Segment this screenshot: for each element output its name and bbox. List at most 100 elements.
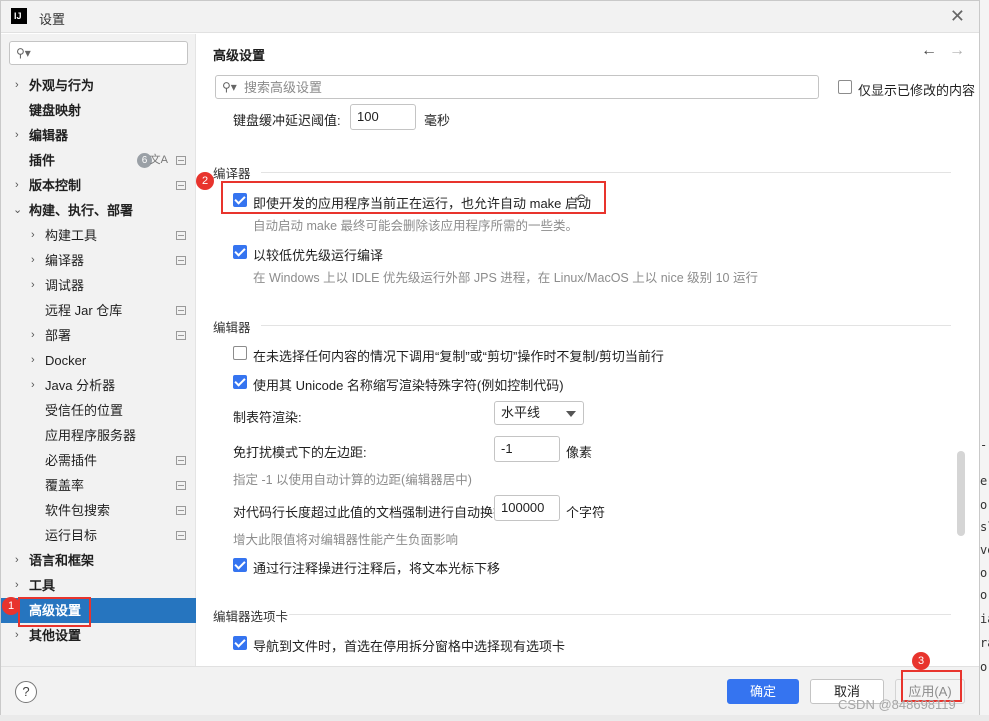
line-length-unit: 个字符 (566, 505, 606, 520)
sidebar-item-build-tools[interactable]: › 构建工具 (1, 223, 196, 248)
sidebar-item-app-servers[interactable]: 应用程序服务器 (1, 423, 196, 448)
page-title: 高级设置 (213, 48, 266, 63)
only-modified-checkbox[interactable] (838, 80, 852, 94)
sidebar-item-appearance[interactable]: › 外观与行为 (1, 73, 196, 98)
comment-move-checkbox[interactable] (233, 558, 247, 572)
distraction-margin-unit: 像素 (566, 445, 593, 460)
compiler-section-heading: 编译器 (213, 167, 251, 181)
sidebar-item-build-execution-deployment[interactable]: ⌄ 构建、执行、部署 (1, 198, 196, 223)
annotation-marker-1: 1 (2, 597, 20, 615)
csdn-watermark: CSDN @848698119 (838, 697, 956, 712)
sidebar-item-package-search[interactable]: 软件包搜索 (1, 498, 196, 523)
advanced-search-box: ⚲▾ (215, 75, 819, 99)
sidebar-item-languages-frameworks[interactable]: › 语言和框架 (1, 548, 196, 573)
tab-render-dropdown[interactable]: 水平线 (494, 401, 584, 425)
background-editor-fragment: - e or sl ve or or ia ra or (980, 0, 989, 721)
sidebar-item-docker[interactable]: › Docker (1, 348, 196, 373)
close-icon[interactable]: ✕ (950, 6, 965, 27)
search-icon: ⚲▾ (222, 80, 237, 94)
project-scope-icon (176, 531, 186, 540)
project-scope-icon (176, 331, 186, 340)
chevron-right-icon: › (31, 379, 35, 391)
intellij-logo-icon: IJ (11, 8, 27, 24)
no-copy-cut-checkbox[interactable] (233, 346, 247, 360)
distraction-margin-field[interactable]: -1 (494, 436, 560, 462)
no-copy-cut-label: 在未选择任何内容的情况下调用“复制”或“剪切”操作时不复制/剪切当前行 (253, 349, 664, 364)
chevron-right-icon: › (31, 354, 35, 366)
project-scope-icon (176, 156, 186, 165)
project-scope-icon (176, 456, 186, 465)
unicode-names-label: 使用其 Unicode 名称缩写渲染特殊字符(例如控制代码) (253, 378, 564, 393)
project-scope-icon (176, 481, 186, 490)
annotation-marker-2: 2 (196, 172, 214, 190)
chevron-right-icon: › (31, 229, 35, 241)
annotation-marker-3: 3 (912, 652, 930, 670)
vertical-scrollbar[interactable] (957, 451, 965, 536)
only-modified-label: 仅显示已修改的内容 (858, 83, 976, 98)
section-divider (261, 325, 951, 326)
sidebar-search-input[interactable]: ⚲▾ (9, 41, 188, 65)
sidebar-item-plugins[interactable]: 插件 6 文A (1, 148, 196, 173)
advanced-settings-panel: 高级设置 ← → ⚲▾ 仅显示已修改的内容 键盘缓冲延迟阈值: 100 毫秒 编… (197, 34, 979, 666)
chevron-right-icon: › (31, 279, 35, 291)
comment-move-label: 通过行注释操进行注释后，将文本光标下移 (253, 561, 501, 576)
navigate-preview-checkbox[interactable] (233, 636, 247, 650)
section-divider (289, 614, 951, 615)
unicode-names-checkbox[interactable] (233, 375, 247, 389)
back-arrow-icon[interactable]: ← (921, 42, 937, 60)
distraction-margin-label: 免打扰模式下的左边距: (233, 445, 367, 460)
translate-icon: 文A (149, 154, 168, 166)
window-title: 设置 (39, 12, 66, 27)
sidebar-item-compiler[interactable]: › 编译器 (1, 248, 196, 273)
help-icon[interactable]: ? (15, 681, 37, 703)
sidebar-item-vcs[interactable]: › 版本控制 (1, 173, 196, 198)
sidebar-item-keymap[interactable]: 键盘映射 (1, 98, 196, 123)
chevron-right-icon: › (15, 579, 19, 591)
sidebar-item-editor[interactable]: › 编辑器 (1, 123, 196, 148)
sidebar-item-java-profiler[interactable]: › Java 分析器 (1, 373, 196, 398)
search-icon: ⚲▾ (16, 46, 31, 60)
chevron-right-icon: › (15, 179, 19, 191)
sidebar-item-debugger[interactable]: › 调试器 (1, 273, 196, 298)
annotation-box-advanced-settings (18, 597, 91, 627)
distraction-margin-hint: 指定 -1 以使用自动计算的边距(编辑器居中) (233, 473, 472, 487)
background-strip (0, 715, 989, 721)
keyboard-delay-label: 键盘缓冲延迟阈值: (233, 113, 341, 128)
sidebar-item-coverage[interactable]: 覆盖率 (1, 473, 196, 498)
keyboard-delay-unit: 毫秒 (424, 113, 451, 128)
sidebar-item-remote-jar[interactable]: 远程 Jar 仓库 (1, 298, 196, 323)
auto-make-hint: 自动启动 make 最终可能会删除该应用程序所需的一些类。 (253, 219, 579, 233)
section-divider (261, 172, 951, 173)
sidebar-item-required-plugins[interactable]: 必需插件 (1, 448, 196, 473)
chevron-right-icon: › (15, 554, 19, 566)
sidebar-item-run-targets[interactable]: 运行目标 (1, 523, 196, 548)
low-priority-hint: 在 Windows 上以 IDLE 优先级运行外部 JPS 进程，在 Linux… (253, 271, 758, 285)
line-length-field[interactable]: 100000 (494, 495, 560, 521)
tab-render-label: 制表符渲染: (233, 410, 302, 425)
keyboard-delay-field[interactable]: 100 (350, 104, 416, 130)
title-bar: IJ 设置 ✕ (1, 1, 979, 33)
line-length-hint: 增大此限值将对编辑器性能产生负面影响 (233, 533, 459, 547)
forward-arrow-icon[interactable]: → (949, 42, 965, 60)
chevron-right-icon: › (15, 129, 19, 141)
line-length-label: 对代码行长度超过此值的文档强制进行自动换行: (233, 505, 510, 520)
navigate-preview-label: 导航到文件时，首选在停用拆分窗格中选择现有选项卡 (253, 639, 566, 654)
low-priority-label: 以较低优先级运行编译 (253, 248, 384, 263)
chevron-right-icon: › (31, 329, 35, 341)
sidebar-item-deployment[interactable]: › 部署 (1, 323, 196, 348)
project-scope-icon (176, 181, 186, 190)
advanced-search-input[interactable] (244, 78, 804, 96)
chevron-right-icon: › (15, 79, 19, 91)
project-scope-icon (176, 306, 186, 315)
project-scope-icon (176, 256, 186, 265)
tabs-section-heading: 编辑器选项卡 (213, 610, 289, 624)
tab-render-value: 水平线 (501, 405, 541, 420)
editor-section-heading: 编辑器 (213, 321, 251, 335)
sidebar-item-trusted-locations[interactable]: 受信任的位置 (1, 398, 196, 423)
sidebar-item-tools[interactable]: › 工具 (1, 573, 196, 598)
settings-sidebar: ⚲▾ › 外观与行为 键盘映射 › 编辑器 插件 6 文A › 版本控制 ⌄ 构… (1, 34, 196, 666)
settings-window: IJ 设置 ✕ ⚲▾ › 外观与行为 键盘映射 › 编辑器 插件 6 文A › … (0, 0, 980, 716)
ok-button[interactable]: 确定 (727, 679, 799, 704)
chevron-right-icon: › (31, 254, 35, 266)
low-priority-checkbox[interactable] (233, 245, 247, 259)
